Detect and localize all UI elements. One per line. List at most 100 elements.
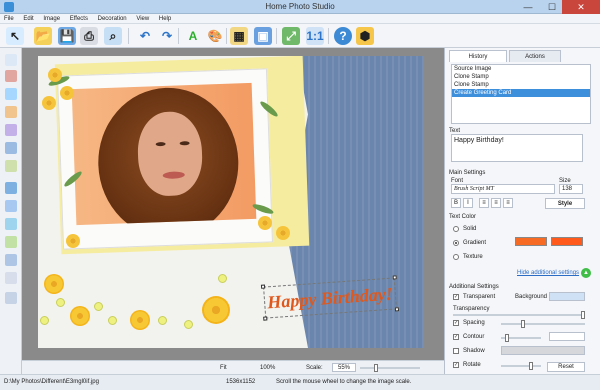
menu-view[interactable]: View bbox=[132, 14, 153, 24]
text-icon[interactable]: A bbox=[184, 27, 202, 45]
align-left-button[interactable]: ≡ bbox=[479, 198, 489, 208]
contour-checkbox[interactable]: ✓ bbox=[453, 334, 459, 340]
drop-icon[interactable] bbox=[5, 142, 17, 154]
history-item[interactable]: Clone Stamp bbox=[452, 81, 590, 89]
bold-button[interactable]: B bbox=[451, 198, 461, 208]
hide-additional-settings-link[interactable]: Hide additional settings bbox=[517, 270, 579, 276]
scale-slider[interactable] bbox=[360, 367, 420, 369]
menu-help[interactable]: Help bbox=[155, 14, 175, 24]
resize-handle[interactable] bbox=[394, 307, 400, 312]
transparency-slider[interactable] bbox=[453, 314, 585, 316]
flower-decoration bbox=[42, 96, 56, 110]
menu-effects[interactable]: Effects bbox=[66, 14, 92, 24]
transparent-checkbox[interactable]: ✓ bbox=[453, 294, 459, 300]
dot-decoration bbox=[184, 320, 193, 329]
hand-icon[interactable] bbox=[5, 272, 17, 284]
print-icon[interactable]: ⎙ bbox=[80, 27, 98, 45]
italic-button[interactable]: I bbox=[463, 198, 473, 208]
resize-handle[interactable] bbox=[263, 316, 268, 321]
ellipse-icon[interactable] bbox=[5, 182, 17, 194]
scale-input[interactable]: 55% bbox=[332, 363, 356, 372]
contour-color-box[interactable] bbox=[549, 332, 585, 341]
maximize-button[interactable]: ☐ bbox=[540, 0, 564, 14]
contour-knob[interactable] bbox=[505, 334, 509, 342]
undo-icon[interactable]: ↶ bbox=[136, 27, 154, 45]
rose-decoration bbox=[44, 274, 64, 294]
tab-actions[interactable]: Actions bbox=[509, 50, 561, 62]
transparency-knob[interactable] bbox=[581, 311, 585, 319]
palette-icon[interactable]: 🎨 bbox=[206, 27, 224, 45]
text-input[interactable]: Happy Birthday! bbox=[451, 134, 583, 162]
shadow-box[interactable] bbox=[501, 346, 585, 355]
scanner-icon[interactable]: ⌕ bbox=[104, 27, 122, 45]
rotate-knob[interactable] bbox=[529, 362, 533, 370]
crop-icon[interactable] bbox=[5, 292, 17, 304]
align-center-button[interactable]: ≡ bbox=[491, 198, 501, 208]
contrast-icon[interactable] bbox=[5, 200, 17, 212]
gradient-color-1[interactable] bbox=[515, 237, 547, 246]
canvas-bottom-bar: Fit 100% Scale: 55% bbox=[22, 360, 444, 374]
heal-icon[interactable] bbox=[5, 236, 17, 248]
toolbar: ↖ 📂 💾 ⎙ ⌕ ↶ ↷ A 🎨 ▦ ▣ ⤢ 1:1 ? ⬢ bbox=[0, 24, 600, 48]
collapse-icon[interactable]: ▲ bbox=[581, 268, 591, 278]
menu-decoration[interactable]: Decoration bbox=[94, 14, 131, 24]
greeting-text: Happy Birthday! bbox=[266, 283, 394, 312]
size-select[interactable]: 138 bbox=[559, 184, 583, 194]
greeting-card-canvas[interactable]: Happy Birthday! bbox=[38, 56, 424, 348]
zoom-icon[interactable]: 1:1 bbox=[306, 27, 324, 45]
save-icon[interactable]: 💾 bbox=[58, 27, 76, 45]
spot-icon[interactable] bbox=[5, 218, 17, 230]
background-color-box[interactable] bbox=[549, 292, 585, 301]
open-folder-icon[interactable]: 📂 bbox=[34, 27, 52, 45]
scale-slider-knob[interactable] bbox=[374, 364, 378, 372]
fit-button[interactable]: Fit bbox=[220, 365, 227, 371]
menu-edit[interactable]: Edit bbox=[19, 14, 37, 24]
eraser-icon[interactable] bbox=[5, 106, 17, 118]
image-icon[interactable]: ▦ bbox=[230, 27, 248, 45]
menu-image[interactable]: Image bbox=[39, 14, 64, 24]
spacing-checkbox[interactable]: ✓ bbox=[453, 320, 459, 326]
font-select[interactable]: Brush Script MT bbox=[451, 184, 555, 194]
style-button[interactable]: Style bbox=[545, 198, 585, 209]
magic-wand-icon[interactable] bbox=[5, 88, 17, 100]
menu-file[interactable]: File bbox=[0, 14, 18, 24]
fit-icon[interactable]: ⤢ bbox=[282, 27, 300, 45]
close-button[interactable]: ✕ bbox=[562, 0, 600, 14]
texture-radio[interactable] bbox=[453, 254, 459, 260]
main-settings-label: Main Settings bbox=[449, 170, 486, 176]
window-title: Home Photo Studio bbox=[265, 2, 335, 11]
stamp-icon[interactable] bbox=[5, 254, 17, 266]
background-label: Background bbox=[515, 294, 548, 300]
align-right-button[interactable]: ≡ bbox=[503, 198, 513, 208]
select-tool-icon[interactable] bbox=[5, 54, 17, 66]
file-path: D:\My Photos\Different\E3mgl0if.jpg bbox=[4, 379, 99, 385]
contour-label: Contour bbox=[463, 334, 485, 340]
cube-icon[interactable]: ⬢ bbox=[356, 27, 374, 45]
rotate-checkbox[interactable]: ✓ bbox=[453, 362, 459, 368]
reset-button[interactable]: Reset bbox=[547, 362, 585, 372]
zoom-100-button[interactable]: 100% bbox=[260, 365, 275, 371]
gradient-label: Gradient bbox=[463, 240, 487, 246]
gradient-radio[interactable] bbox=[453, 240, 459, 246]
minimize-button[interactable]: — bbox=[516, 0, 540, 14]
rotate-slider[interactable] bbox=[501, 365, 541, 367]
solid-radio[interactable] bbox=[453, 226, 459, 232]
clone-icon[interactable] bbox=[5, 124, 17, 136]
help-icon[interactable]: ? bbox=[334, 27, 352, 45]
pen-icon[interactable] bbox=[5, 160, 17, 172]
frame-icon[interactable]: ▣ bbox=[254, 27, 272, 45]
image-dimensions: 1536x1152 bbox=[226, 379, 256, 385]
shadow-checkbox[interactable] bbox=[453, 348, 459, 354]
redo-icon[interactable]: ↷ bbox=[158, 27, 176, 45]
history-item[interactable]: Clone Stamp bbox=[452, 73, 590, 81]
gradient-color-2[interactable] bbox=[551, 237, 583, 246]
resize-handle[interactable] bbox=[260, 284, 266, 289]
spacing-knob[interactable] bbox=[521, 320, 525, 328]
resize-handle[interactable] bbox=[392, 275, 397, 280]
history-item[interactable]: Source Image bbox=[452, 65, 590, 73]
history-item-selected[interactable]: Create Greeting Card bbox=[452, 89, 590, 97]
tab-history[interactable]: History bbox=[449, 50, 507, 62]
pointer-icon[interactable]: ↖ bbox=[6, 27, 24, 45]
brush-tool-icon[interactable] bbox=[5, 70, 17, 82]
spacing-slider[interactable] bbox=[501, 323, 585, 325]
